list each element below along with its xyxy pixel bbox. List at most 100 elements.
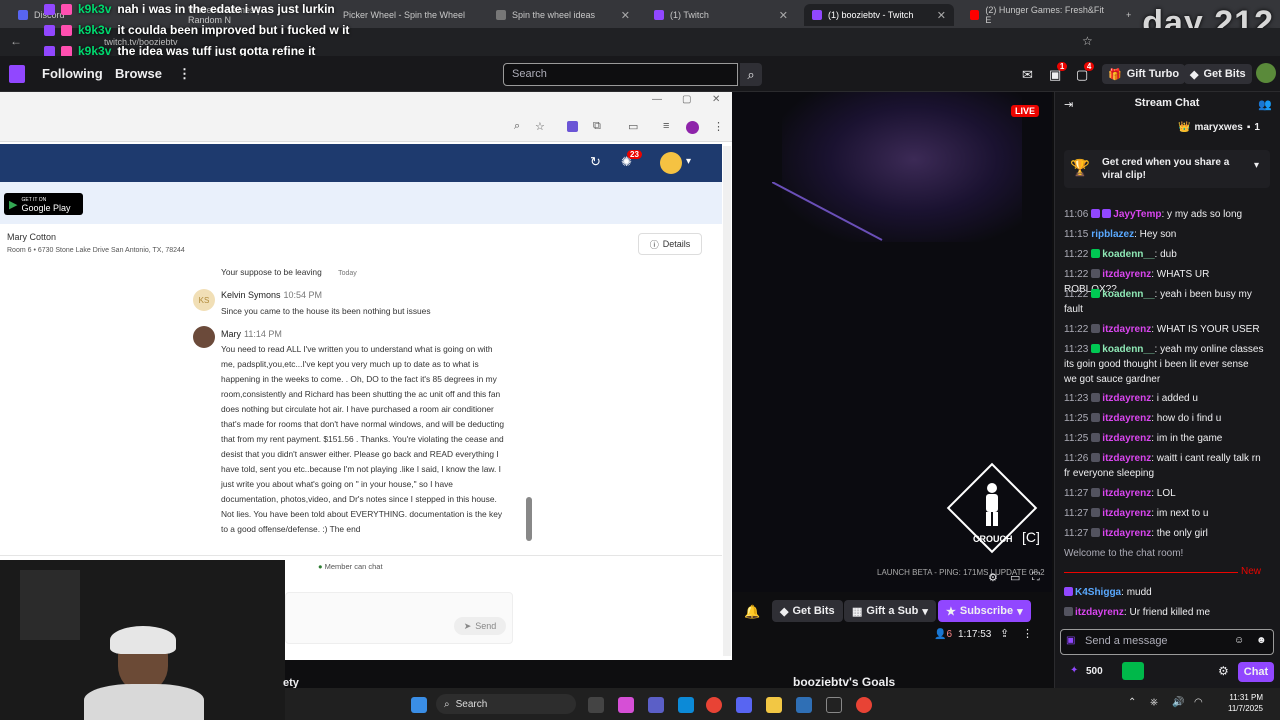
wifi-icon[interactable]: ◠ [1194, 697, 1203, 708]
window-scrollbar[interactable] [723, 146, 731, 656]
nav-following[interactable]: Following [42, 66, 103, 81]
gift-a-sub-button[interactable]: ▦ Gift a Sub ▾ [844, 600, 936, 622]
chat-settings-icon[interactable]: ⚙ [1218, 664, 1229, 678]
new-tab-button[interactable]: + [1118, 4, 1139, 26]
tab-twitch[interactable]: (1) Twitch ✕ [646, 4, 796, 26]
notification-bell-icon[interactable]: 🔔 [744, 604, 760, 620]
google-play-badge[interactable]: ▶ GET IT ON Google Play [4, 193, 83, 215]
zoom-icon[interactable]: ⌕ [514, 120, 520, 133]
whispers-icon[interactable]: ▣ 1 [1049, 62, 1068, 83]
chat-send-button[interactable]: Chat [1238, 662, 1274, 682]
search-input[interactable]: Search [503, 63, 738, 86]
copilot-icon[interactable] [618, 697, 634, 713]
gift-turbo-button[interactable]: 🎁 Gift Turbo [1102, 64, 1186, 84]
badge-icon [44, 45, 55, 57]
clip-promo-card[interactable]: 🏆 Get cred when you share a viral clip! … [1064, 150, 1270, 188]
chrome-icon[interactable] [706, 697, 722, 713]
search-icon[interactable]: ⌕ [740, 63, 762, 86]
more-options-icon[interactable]: ⋮ [1022, 627, 1033, 640]
chrome-icon[interactable] [856, 697, 872, 713]
contact-address: Room 6 • 6730 Stone Lake Drive San Anton… [7, 247, 185, 254]
new-messages-divider [1064, 572, 1238, 573]
room-background [20, 570, 80, 640]
streamer-shirt [84, 684, 204, 720]
tab-picker-wheel[interactable]: Picker Wheel - Spin the Wheel [335, 4, 475, 26]
chat-message: 11:22 koadenn__: dub [1064, 249, 1177, 260]
edge-icon[interactable] [678, 697, 694, 713]
fullscreen-icon[interactable]: ⛶ [1032, 571, 1040, 584]
stream-action-bar: 🔔 ◆ Get Bits ▦ Gift a Sub ▾ ★ Subscribe ▾ 👤6 … [732, 596, 1052, 656]
emoji-icon[interactable]: ☻ [1256, 635, 1267, 646]
contact-name: Mary Cotton [7, 232, 57, 242]
chat-message: 11:25 itzdayrenz: how do i find u [1064, 413, 1222, 424]
theatre-mode-icon[interactable]: ▭ [1010, 571, 1020, 584]
mute-icon [1091, 488, 1101, 497]
close-icon[interactable]: ✕ [779, 9, 788, 22]
scroll-thumb[interactable] [526, 497, 532, 541]
streamer-hat [110, 626, 176, 654]
globe-icon [496, 10, 506, 20]
verified-icon [1091, 249, 1101, 258]
crown-icon: 👑 [1178, 122, 1191, 133]
task-view-icon[interactable] [588, 697, 604, 713]
subscribe-button[interactable]: ★ Subscribe ▾ [938, 600, 1031, 622]
window-titlebar: — ▢ ✕ [0, 92, 732, 114]
chevron-down-icon[interactable]: ▾ [686, 156, 691, 167]
notifications-icon[interactable]: ▢ 4 [1076, 62, 1095, 83]
close-icon[interactable]: ✕ [621, 9, 630, 22]
nav-browse[interactable]: Browse [115, 66, 162, 81]
channel-points-icon[interactable]: ✦ [1070, 665, 1078, 676]
share-icon[interactable]: ⇪ [1000, 627, 1009, 640]
teams-icon[interactable] [648, 697, 664, 713]
network-icon[interactable]: ⎈ [1150, 697, 1158, 708]
cast-icon[interactable]: ▭ [628, 120, 638, 133]
avatar [193, 326, 215, 348]
settings-icon[interactable]: ⚙ [988, 571, 998, 584]
twitch-logo-icon[interactable] [9, 65, 25, 83]
prediction-icon[interactable] [1122, 662, 1144, 680]
obs-icon[interactable] [826, 697, 842, 713]
tab-booziebtv[interactable]: (1) booziebtv - Twitch ✕ [804, 4, 954, 26]
emote-icon[interactable]: ☺ [1234, 635, 1244, 646]
chat-badge-icon[interactable]: ▣ [1066, 635, 1075, 646]
chevron-down-icon[interactable]: ▾ [1254, 160, 1259, 171]
extensions-puzzle-icon[interactable]: ⧉ [593, 120, 601, 133]
tab-spin-ideas[interactable]: Spin the wheel ideas ✕ [488, 4, 638, 26]
star-icon[interactable]: ☆ [535, 120, 545, 133]
details-button[interactable]: ⓘ Details [638, 233, 702, 255]
badge-icon [44, 3, 55, 15]
windows-start-icon[interactable] [411, 697, 427, 713]
get-bits-button[interactable]: ◆ Get Bits [1184, 64, 1252, 84]
chat-welcome: Welcome to the chat room! [1064, 548, 1184, 559]
inbox-icon[interactable]: ✉ [1022, 67, 1033, 83]
tray-chevron-icon[interactable]: ⌃ [1128, 697, 1136, 708]
more-icon[interactable]: ⋮ [178, 66, 191, 82]
extension-icon[interactable] [567, 121, 578, 132]
discord-icon[interactable] [736, 697, 752, 713]
chevron-down-icon: ▾ [1017, 605, 1023, 618]
back-icon[interactable]: ← [10, 34, 22, 48]
star-icon[interactable]: ☆ [1082, 34, 1093, 48]
users-icon[interactable]: 👥 [1258, 98, 1272, 111]
tab-hunger-games[interactable]: (2) Hunger Games: Fresh&Fit E [962, 4, 1112, 26]
app-icon[interactable] [796, 697, 812, 713]
maximize-icon[interactable]: ▢ [682, 94, 691, 105]
close-icon[interactable]: ✕ [937, 9, 946, 22]
system-clock[interactable]: 11:31 PM 11/7/2025 [1228, 692, 1263, 714]
avatar[interactable] [1256, 63, 1276, 83]
close-icon[interactable]: ✕ [712, 94, 720, 105]
send-button[interactable]: ➤ Send [454, 617, 506, 635]
notifications-icon[interactable]: ✺ 23 [621, 150, 642, 170]
volume-icon[interactable]: 🔊 [1172, 697, 1184, 708]
tab-search-icon[interactable]: ≡ [663, 120, 669, 132]
send-icon: ➤ [463, 620, 472, 631]
minimize-icon[interactable]: — [652, 94, 662, 105]
profile-icon[interactable] [686, 121, 699, 134]
file-explorer-icon[interactable] [766, 697, 782, 713]
avatar[interactable] [660, 152, 682, 174]
get-bits-button[interactable]: ◆ Get Bits [772, 600, 843, 622]
trophy-icon: 🏆 [1070, 160, 1090, 177]
taskbar-search[interactable]: ⌕ Search [436, 694, 576, 714]
refresh-icon[interactable]: ↻ [590, 154, 601, 170]
menu-icon[interactable]: ⋮ [713, 120, 724, 133]
